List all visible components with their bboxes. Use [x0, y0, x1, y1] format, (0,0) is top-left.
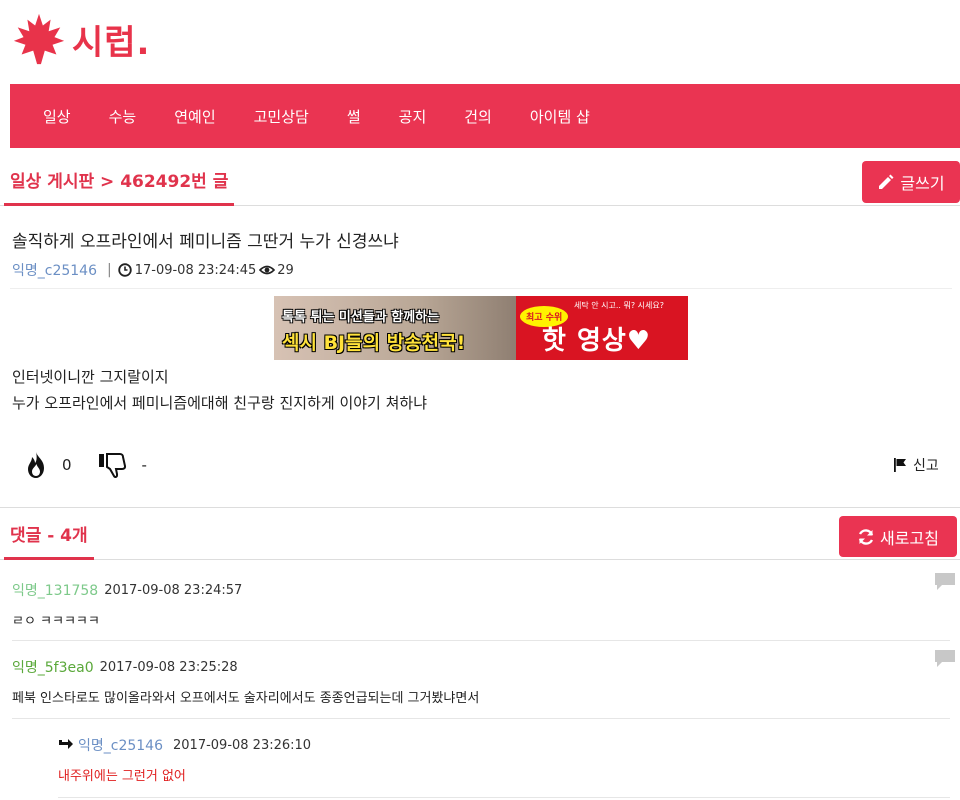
post-views: 29 [277, 262, 294, 278]
post-meta: 익명_c25146 | 17-09-08 23:24:45 29 [12, 260, 294, 280]
flag-icon [894, 458, 906, 472]
logo-text: 시럽. [72, 22, 151, 63]
fire-icon[interactable] [24, 451, 48, 479]
ad-small-text: 세탁 안 시고.. 뭐? 시세요? [574, 301, 664, 310]
comment-text: 페북 인스타로도 많이올라와서 오프에서도 술자리에서도 종종언급되는데 그거봤… [12, 691, 480, 706]
pencil-icon [879, 174, 894, 189]
dislike-count: - [141, 456, 147, 474]
ad-image-left: 톡톡 튀는 미션들과 함께하는 섹시 BJ들의 방송천국! [274, 296, 516, 360]
comment-date: 2017-09-08 23:25:28 [99, 659, 238, 675]
comment-header: 익명_5f3ea0 2017-09-08 23:25:28 [12, 657, 950, 677]
reply-bubble-icon[interactable] [934, 649, 956, 669]
refresh-icon [858, 528, 874, 545]
nav-item-notice[interactable]: 공지 [380, 106, 446, 127]
divider [12, 640, 950, 641]
like-count: 0 [62, 456, 72, 474]
reply-author[interactable]: 익명_c25146 [78, 735, 163, 755]
post-body-line: 인터넷이니깐 그지랄이지 [12, 368, 169, 386]
nav-item-advice[interactable]: 고민상담 [235, 106, 328, 127]
divider [58, 797, 950, 798]
nav-item-story[interactable]: 썰 [328, 106, 380, 127]
reactions-bar: 0 - [24, 448, 173, 482]
reply-date: 2017-09-08 23:26:10 [173, 737, 312, 753]
divider [0, 507, 960, 508]
reply-bubble-icon[interactable] [934, 572, 956, 592]
refresh-button[interactable]: 새로고침 [839, 516, 957, 557]
comments-header: 댓글 - 4개 [0, 514, 960, 560]
write-button[interactable]: 글쓰기 [862, 161, 960, 203]
maple-leaf-icon [13, 13, 65, 65]
nav-item-item-shop[interactable]: 아이템 샵 [511, 106, 609, 127]
divider [12, 718, 950, 719]
comment-author[interactable]: 익명_5f3ea0 [12, 657, 94, 677]
divider [10, 288, 952, 289]
site-logo[interactable]: 시럽. [10, 6, 150, 72]
eye-icon [259, 265, 276, 275]
post-author[interactable]: 익명_c25146 [12, 260, 97, 280]
report-button[interactable]: 신고 [893, 455, 939, 475]
comments-title: 댓글 - 4개 [4, 514, 94, 560]
meta-separator: | [107, 262, 112, 278]
reply-item: 익명_c25146 2017-09-08 23:26:10 내주위에는 그런거 … [58, 735, 950, 785]
ad-line1: 톡톡 튀는 미션들과 함께하는 [282, 310, 440, 325]
board-header: 일상 게시판 > 462492번 글 [0, 160, 960, 206]
comment-header: 익명_131758 2017-09-08 23:24:57 [12, 580, 950, 600]
ad-big-text: 핫 영상♥ [542, 326, 652, 356]
post-title: 솔직하게 오프라인에서 페미니즘 그딴거 누가 신경쓰냐 [12, 232, 399, 252]
board-breadcrumb[interactable]: 일상 게시판 > 462492번 글 [4, 160, 235, 206]
comment-item: 익명_131758 2017-09-08 23:24:57 ㄹㅇ ㅋㅋㅋㅋㅋ [12, 573, 955, 629]
post-date: 17-09-08 23:24:45 [134, 262, 257, 278]
nav-item-exam[interactable]: 수능 [90, 106, 156, 127]
comment-item: 익명_5f3ea0 2017-09-08 23:25:28 페북 인스타로도 많… [12, 650, 955, 706]
ad-line2: 섹시 BJ들의 방송천국! [282, 332, 466, 354]
main-nav: 일상 수능 연예인 고민상담 썰 공지 건의 아이템 샵 [10, 84, 960, 148]
reply-arrow-icon [59, 739, 73, 749]
clock-icon [118, 263, 132, 277]
ad-image-right: 최고 수위 세탁 안 시고.. 뭐? 시세요? 핫 영상♥ [516, 296, 688, 360]
nav-item-suggestion[interactable]: 건의 [445, 106, 511, 127]
reply-text: 내주위에는 그런거 없어 [58, 769, 186, 784]
post-body: 인터넷이니깐 그지랄이지 누가 오프라인에서 페미니즘에대해 친구랑 진지하게 … [12, 364, 427, 416]
reply-header: 익명_c25146 2017-09-08 23:26:10 [58, 735, 950, 755]
write-label: 글쓰기 [900, 174, 945, 193]
post-body-line: 누가 오프라인에서 페미니즘에대해 친구랑 진지하게 이야기 쳐하냐 [12, 394, 428, 412]
nav-item-celebrity[interactable]: 연예인 [155, 106, 234, 127]
ad-banner[interactable]: 톡톡 튀는 미션들과 함께하는 섹시 BJ들의 방송천국! 최고 수위 세탁 안… [274, 296, 688, 360]
comment-date: 2017-09-08 23:24:57 [104, 582, 243, 598]
comment-text: ㄹㅇ ㅋㅋㅋㅋㅋ [12, 614, 100, 629]
refresh-label: 새로고침 [880, 528, 939, 548]
thumbs-down-icon[interactable] [98, 451, 128, 479]
nav-item-daily[interactable]: 일상 [24, 106, 90, 127]
report-label: 신고 [913, 458, 939, 474]
comment-author[interactable]: 익명_131758 [12, 580, 98, 600]
